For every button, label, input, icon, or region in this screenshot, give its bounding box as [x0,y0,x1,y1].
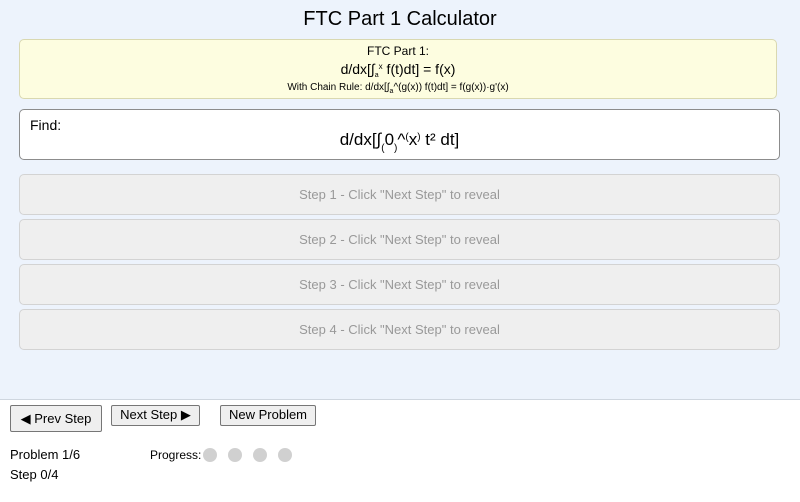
step-3-box: Step 3 - Click "Next Step" to reveal [19,264,780,305]
chain-prefix: With Chain Rule: d/dx[∫ [287,82,390,93]
formula-lower-bound: a [374,72,379,79]
prev-step-button[interactable]: ◀ Prev Step [10,405,102,432]
next-step-button[interactable]: Next Step ▶ [111,405,200,426]
new-problem-button[interactable]: New Problem [220,405,316,426]
theorem-formula: d/dx[∫ax f(t)dt] = f(x) [20,61,776,79]
step-2-box: Step 2 - Click "Next Step" to reveal [19,219,780,260]
step-4-box: Step 4 - Click "Next Step" to reveal [19,309,780,350]
chain-suffix: ^(g(x)) f(t)dt] = f(g(x))·g'(x) [393,82,509,93]
theorem-heading: FTC Part 1: [366,44,429,58]
problem-counter: Problem 1/6 [10,447,81,462]
step-1-box: Step 1 - Click "Next Step" to reveal [19,174,780,215]
problem-expression: d/dx[∫(0)^(x) t² dt] [20,130,779,154]
chain-rule-formula: With Chain Rule: d/dx[∫a^(g(x)) f(t)dt] … [20,82,776,95]
progress-dot [278,448,292,462]
find-box: Find: d/dx[∫(0)^(x) t² dt] [19,109,780,160]
formula-prefix: d/dx[∫ [340,61,375,77]
progress-label: Progress: [150,448,202,462]
formula-suffix: f(t)dt] = f(x) [382,61,456,77]
expr-upper-bound: x [408,130,418,149]
progress-dot [253,448,267,462]
expr-lower-bound: 0 [384,130,395,149]
progress-dot [228,448,242,462]
theorem-box: FTC Part 1: d/dx[∫ax f(t)dt] = f(x) With… [19,39,777,99]
progress-dot [203,448,217,462]
expr-suffix: t² dt] [420,130,460,149]
page-title: FTC Part 1 Calculator [303,8,497,30]
step-counter: Step 0/4 [10,467,59,482]
main-panel: FTC Part 1 Calculator FTC Part 1: d/dx[∫… [0,0,800,400]
expr-prefix: d/dx[∫ [339,130,382,149]
controls-panel: ◀ Prev Step Next Step ▶ New Problem Prob… [0,400,800,502]
